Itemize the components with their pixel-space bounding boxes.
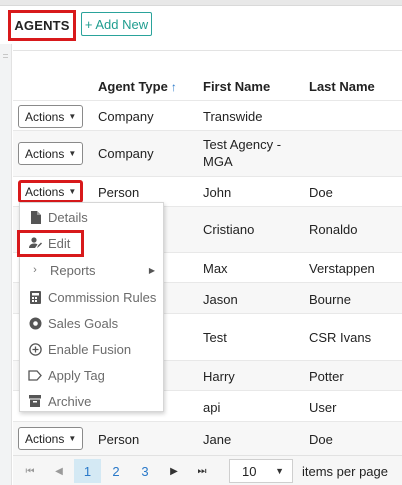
submenu-arrow-icon: ▶ — [148, 265, 155, 275]
last-name-cell: Doe — [309, 185, 333, 200]
prev-page-icon[interactable]: ◀ — [51, 459, 67, 483]
actions-button[interactable]: Actions ▼ — [18, 427, 83, 450]
badge-gear-icon — [25, 317, 45, 330]
calculator-icon — [25, 290, 45, 304]
last-name-cell: Potter — [309, 369, 344, 384]
first-name-cell: Test — [203, 330, 227, 345]
last-name-cell: CSR Ivans — [309, 330, 372, 345]
page-title: AGENTS — [8, 10, 76, 41]
table-row: Actions ▼ Person Jane Doe — [13, 421, 402, 456]
page-1[interactable]: 1 — [74, 459, 101, 483]
page-2[interactable]: 2 — [109, 459, 123, 483]
menu-item-details[interactable]: Details — [20, 204, 163, 230]
last-name-cell: Ronaldo — [309, 222, 358, 237]
rail-handle — [3, 57, 8, 58]
actions-button-open[interactable]: Actions ▼ — [18, 180, 83, 203]
first-name-cell: Jane — [203, 432, 232, 447]
table-row: Actions ▼ Company Test Agency - MGA — [13, 130, 402, 176]
first-name-cell: Transwide — [203, 109, 263, 124]
agent-type-cell: Company — [98, 109, 154, 124]
last-name-cell: Verstappen — [309, 261, 375, 276]
menu-item-apply-tag[interactable]: Apply Tag — [20, 362, 163, 388]
edit-highlight — [17, 230, 84, 257]
menu-item-sales-goals[interactable]: Sales Goals — [20, 310, 163, 336]
column-header-last-name[interactable]: Last Name — [309, 79, 375, 94]
items-per-page-select[interactable]: 10 ▼ — [229, 459, 293, 483]
pagination-bar: ⏮ ◀ 1 2 3 ▶ ⏭ 10 ▼ items per page — [13, 455, 402, 485]
chevron-down-icon: ▼ — [275, 466, 284, 476]
chevron-right-icon: › — [33, 264, 37, 276]
first-name-cell: Cristiano — [203, 222, 255, 237]
last-name-cell: Bourne — [309, 292, 351, 307]
first-name-cell: Test Agency - MGA — [203, 137, 282, 169]
agent-type-cell: Person — [98, 432, 140, 447]
left-rail — [0, 44, 12, 485]
menu-item-reports[interactable]: › Reports ▶ — [20, 257, 163, 283]
document-icon — [25, 210, 45, 224]
rail-handle — [3, 54, 8, 55]
first-name-cell: John — [203, 185, 232, 200]
agent-type-cell: Company — [98, 146, 154, 161]
column-header-first-name[interactable]: First Name — [203, 79, 270, 94]
first-name-cell: Max — [203, 261, 228, 276]
add-new-button[interactable]: + Add New — [81, 12, 152, 36]
actions-button[interactable]: Actions ▼ — [18, 142, 83, 165]
table-row: Actions ▼ Company Transwide — [13, 100, 402, 130]
actions-button[interactable]: Actions ▼ — [18, 105, 83, 128]
menu-item-commission-rules[interactable]: Commission Rules — [20, 284, 163, 310]
last-name-cell: Doe — [309, 432, 333, 447]
last-page-icon[interactable]: ⏭ — [194, 459, 210, 483]
agent-type-cell: Person — [98, 185, 140, 200]
sort-ascending-icon[interactable]: ↑ — [171, 80, 177, 94]
page-3[interactable]: 3 — [138, 459, 152, 483]
column-header-agent-type[interactable]: Agent Type ↑ — [98, 79, 177, 94]
menu-item-archive[interactable]: Archive — [20, 388, 163, 414]
top-border — [0, 0, 402, 6]
archive-box-icon — [25, 395, 45, 407]
items-per-page-label: items per page — [302, 464, 388, 479]
menu-item-enable-fusion[interactable]: Enable Fusion — [20, 336, 163, 362]
first-page-icon[interactable]: ⏮ — [22, 459, 38, 483]
tag-icon — [25, 369, 45, 381]
first-name-cell: Harry — [203, 369, 235, 384]
first-name-cell: api — [203, 400, 221, 415]
next-page-icon[interactable]: ▶ — [166, 459, 182, 483]
first-name-cell: Jason — [203, 292, 238, 307]
plus-circle-icon — [25, 342, 45, 356]
table-header: Agent Type ↑ First Name Last Name — [13, 75, 402, 99]
last-name-cell: User — [309, 400, 337, 415]
